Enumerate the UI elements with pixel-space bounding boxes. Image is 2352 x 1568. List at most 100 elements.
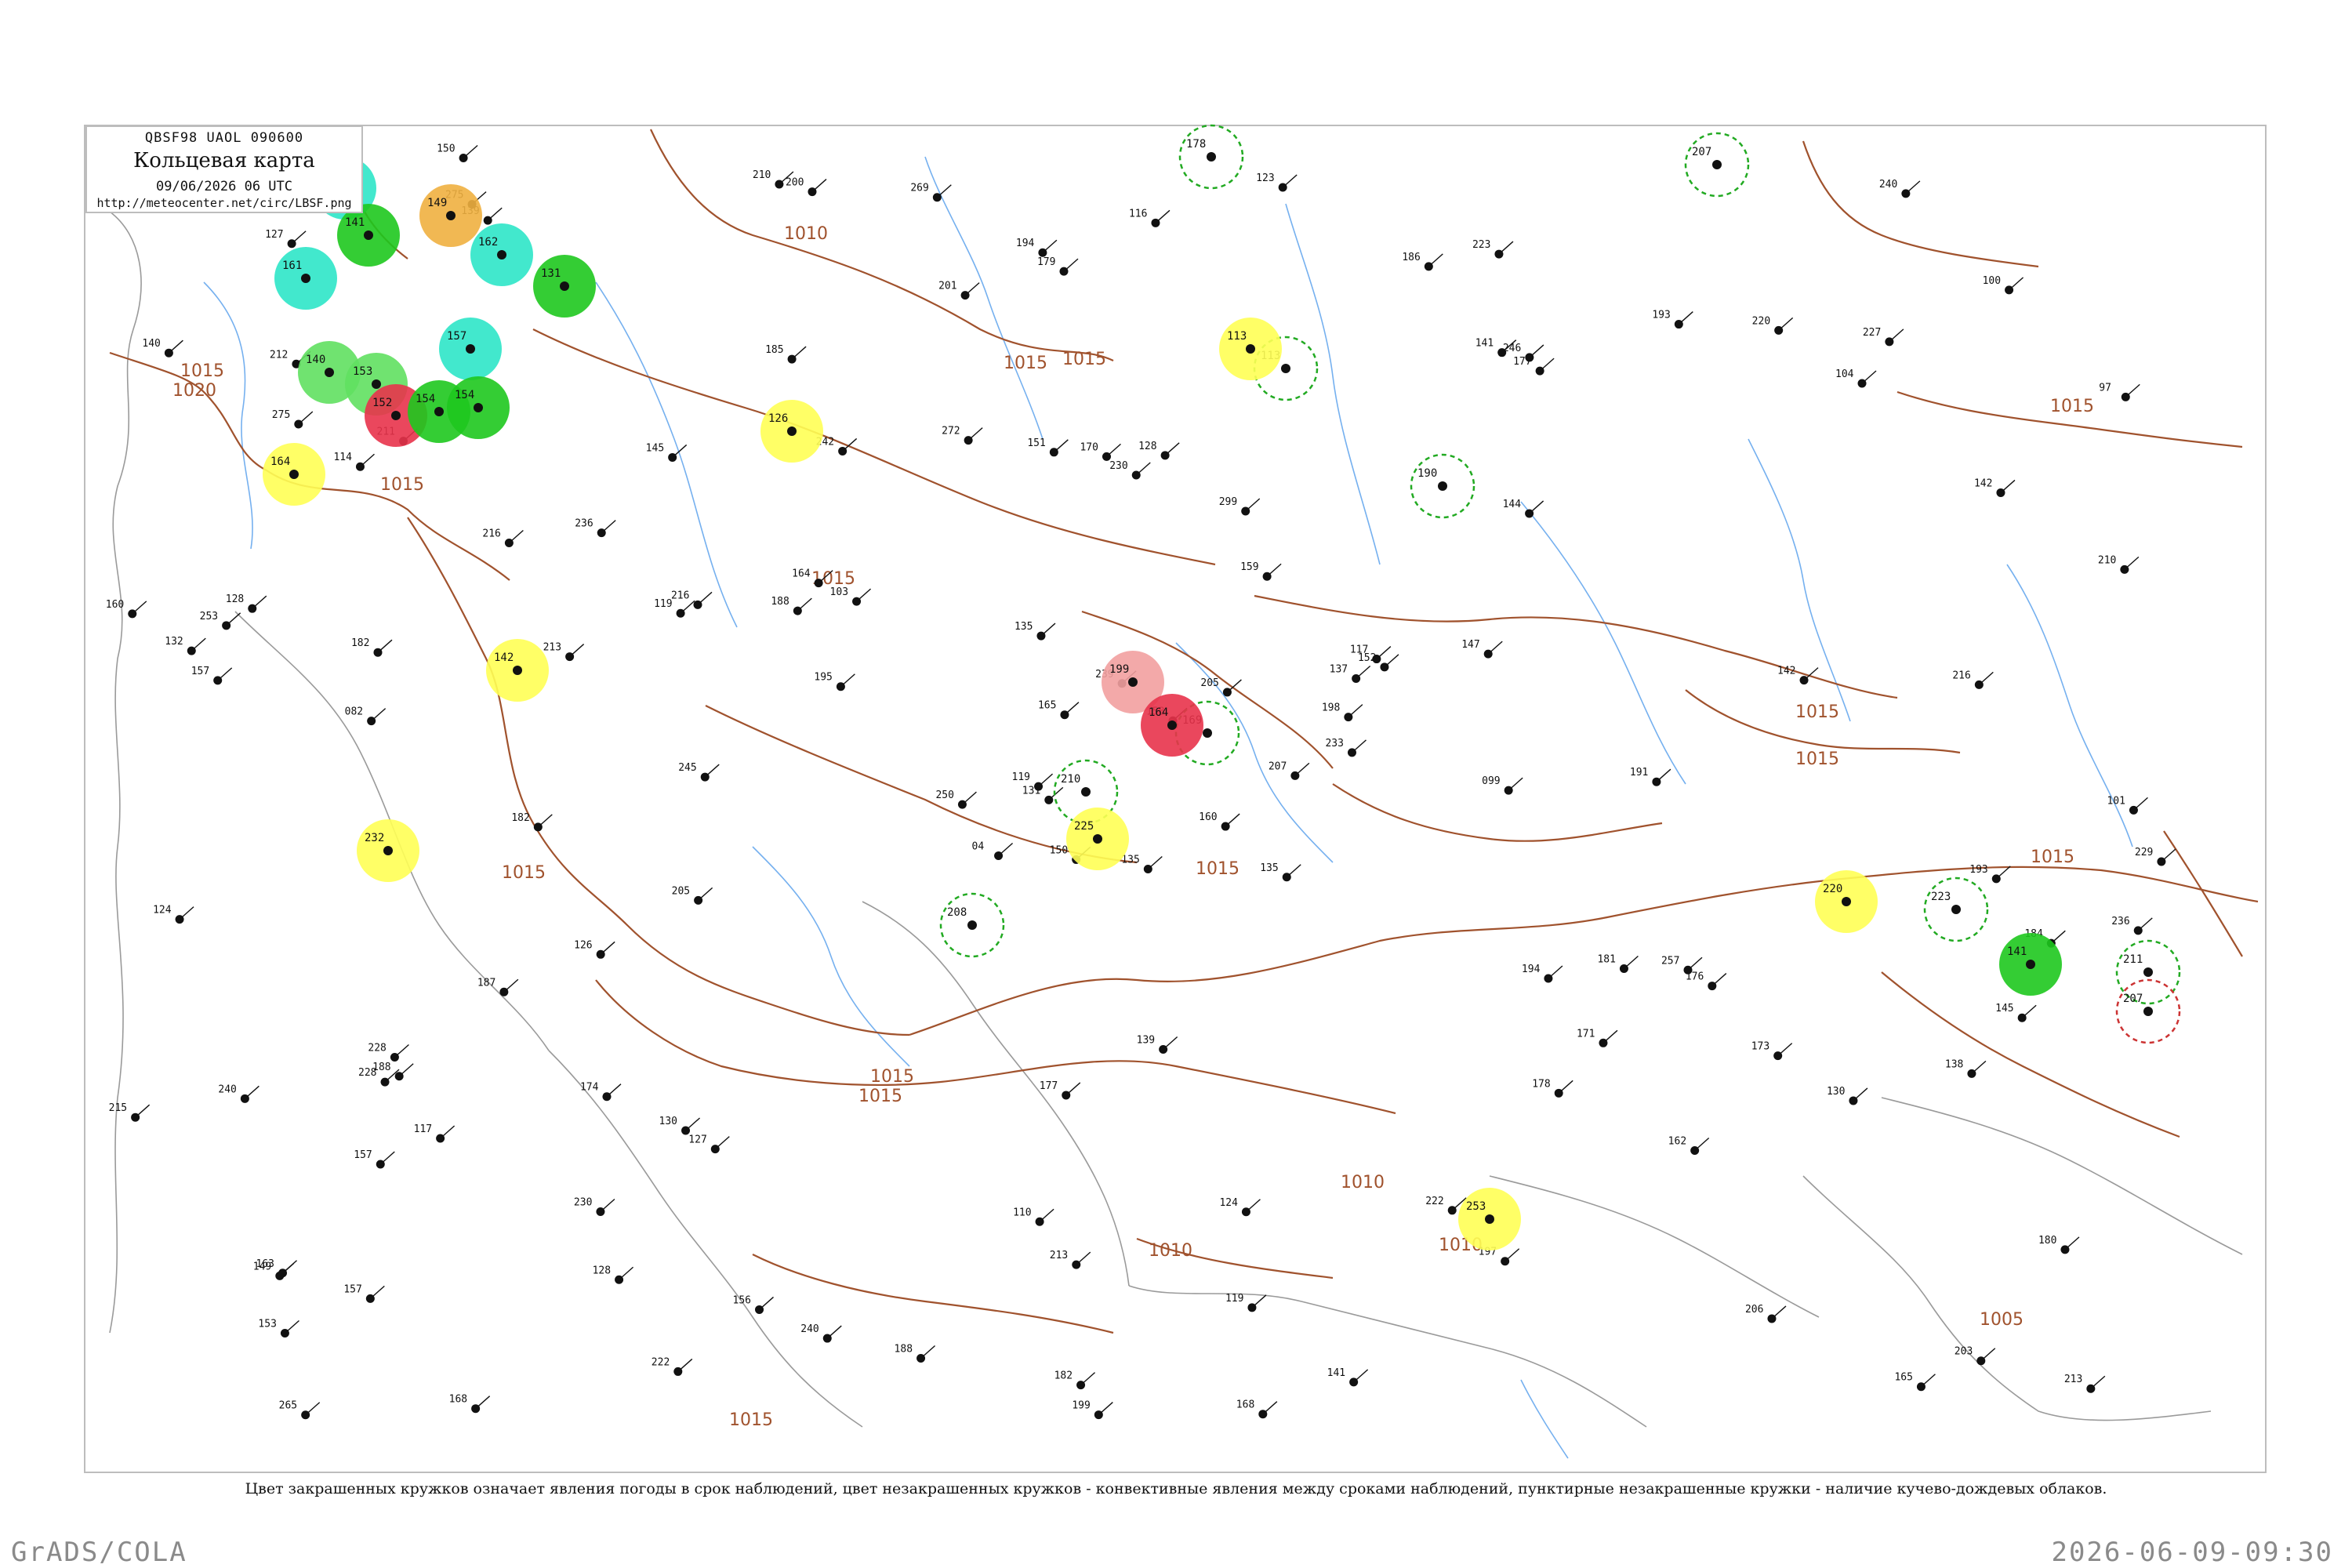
render-timestamp: 2026-06-09-09:30 (2051, 1537, 2333, 1568)
station-marker (2143, 967, 2153, 977)
station-value: 191 (1630, 767, 1648, 779)
station-value: 165 (1894, 1372, 1912, 1384)
station-value: 135 (1121, 854, 1139, 866)
station-marker (466, 344, 475, 354)
weather-phenomenon-station: 142 (486, 639, 549, 702)
weather-phenomenon-station: 161 (274, 247, 337, 310)
isobar-label: 1015 (2050, 397, 2094, 416)
station-value: 144 (1503, 499, 1522, 510)
station-value: 250 (935, 789, 953, 801)
station-value: 152 (372, 397, 392, 409)
station-value: 206 (1745, 1304, 1763, 1316)
map-url[interactable]: http://meteocenter.net/circ/LBSF.png (87, 196, 361, 210)
station-value: 182 (1054, 1370, 1073, 1382)
station-value: 135 (1014, 621, 1033, 633)
station-value: 228 (368, 1042, 386, 1054)
station-value: 117 (414, 1123, 432, 1135)
station-value: 232 (365, 832, 384, 844)
station-value: 135 (1260, 862, 1278, 874)
station-marker (383, 846, 393, 855)
station-value: 110 (1013, 1207, 1031, 1218)
station-value: 178 (1532, 1078, 1550, 1090)
station-value: 225 (1074, 820, 1094, 833)
station-marker (301, 274, 310, 283)
station-value: 182 (351, 637, 369, 649)
station-value: 203 (1955, 1346, 1973, 1358)
station-value: 188 (372, 1062, 390, 1073)
station-marker (325, 368, 334, 377)
station-value: 131 (541, 267, 561, 280)
station-value: 174 (580, 1082, 599, 1094)
station-value: 272 (942, 426, 960, 437)
station-marker (372, 379, 381, 389)
station-value: 100 (1983, 275, 2001, 287)
station-value: 233 (1325, 738, 1343, 750)
station-value: 230 (574, 1196, 592, 1208)
weather-phenomenon-station: 113 (1219, 318, 1282, 380)
station-value: 04 (972, 841, 985, 853)
station-value: 207 (1692, 146, 1711, 158)
isobar-label: 1010 (784, 224, 828, 244)
station-value: 157 (343, 1283, 361, 1295)
station-value: 205 (672, 885, 690, 897)
station-value: 208 (947, 906, 967, 919)
station-value: 128 (226, 593, 244, 605)
station-marker (474, 403, 483, 412)
map-frame (84, 125, 2267, 1473)
isobar-label: 1015 (858, 1087, 902, 1106)
station-value: 210 (1061, 773, 1080, 786)
bulletin-code: QBSF98 UAOL 090600 (144, 130, 304, 146)
station-value: 164 (1149, 706, 1168, 719)
station-value: 171 (1577, 1028, 1595, 1040)
station-value: 153 (258, 1319, 276, 1330)
map-title: Кольцевая карта (133, 149, 315, 172)
station-value: 97 (2099, 382, 2111, 394)
weather-phenomenon-station: 141 (1999, 933, 2062, 996)
station-value: 173 (1751, 1041, 1769, 1053)
station-value: 142 (1777, 666, 1795, 677)
station-value: 211 (2123, 953, 2143, 966)
station-value: 127 (688, 1134, 706, 1146)
station-value: 205 (1200, 677, 1218, 689)
legend-caption: Цвет закрашенных кружков означает явлени… (245, 1480, 2107, 1497)
station-value: 154 (455, 389, 474, 401)
station-value: 151 (1027, 437, 1045, 449)
station-value: 212 (270, 349, 288, 361)
synoptic-map: 1010101510201015101510151015101510151015… (84, 124, 2267, 1473)
station-value: 207 (1269, 760, 1287, 772)
station-value: 165 (1038, 700, 1056, 712)
station-value: 200 (786, 177, 804, 189)
station-value: 117 (1350, 644, 1368, 656)
station-value: 124 (1219, 1197, 1238, 1209)
station-value: 199 (1109, 663, 1129, 676)
station-value: 179 (1037, 256, 1055, 268)
station-marker (1842, 897, 1851, 906)
station-value: 150 (1050, 844, 1068, 856)
station-value: 216 (1952, 670, 1970, 681)
weather-phenomenon-station: 126 (760, 400, 823, 463)
station-value: 142 (1974, 477, 1992, 489)
isobar-label: 1010 (1149, 1241, 1192, 1261)
station-value: 145 (646, 442, 664, 454)
station-value: 145 (1995, 1003, 2013, 1014)
station-value: 220 (1752, 315, 1770, 327)
station-value: 164 (792, 568, 811, 580)
station-value: 162 (1668, 1136, 1686, 1148)
station-value: 210 (2098, 554, 2116, 566)
station-value: 149 (427, 197, 447, 209)
station-value: 130 (1827, 1086, 1845, 1098)
station-value: 253 (200, 611, 218, 622)
station-value: 236 (575, 518, 593, 530)
station-value: 162 (478, 236, 498, 249)
isobar-label: 1015 (180, 361, 224, 381)
station-value: 168 (449, 1394, 467, 1406)
map-info-box: QBSF98 UAOL 090600 Кольцевая карта 09/06… (85, 125, 363, 213)
isobar-label: 1015 (2031, 848, 2074, 867)
station-value: 193 (1969, 864, 1987, 876)
station-value: 128 (1138, 441, 1156, 452)
weather-phenomenon-station: 225 (1066, 808, 1129, 870)
station-value: 157 (447, 330, 466, 343)
station-value: 240 (218, 1083, 236, 1095)
station-value: 149 (253, 1261, 271, 1272)
station-value: 223 (1472, 239, 1490, 251)
